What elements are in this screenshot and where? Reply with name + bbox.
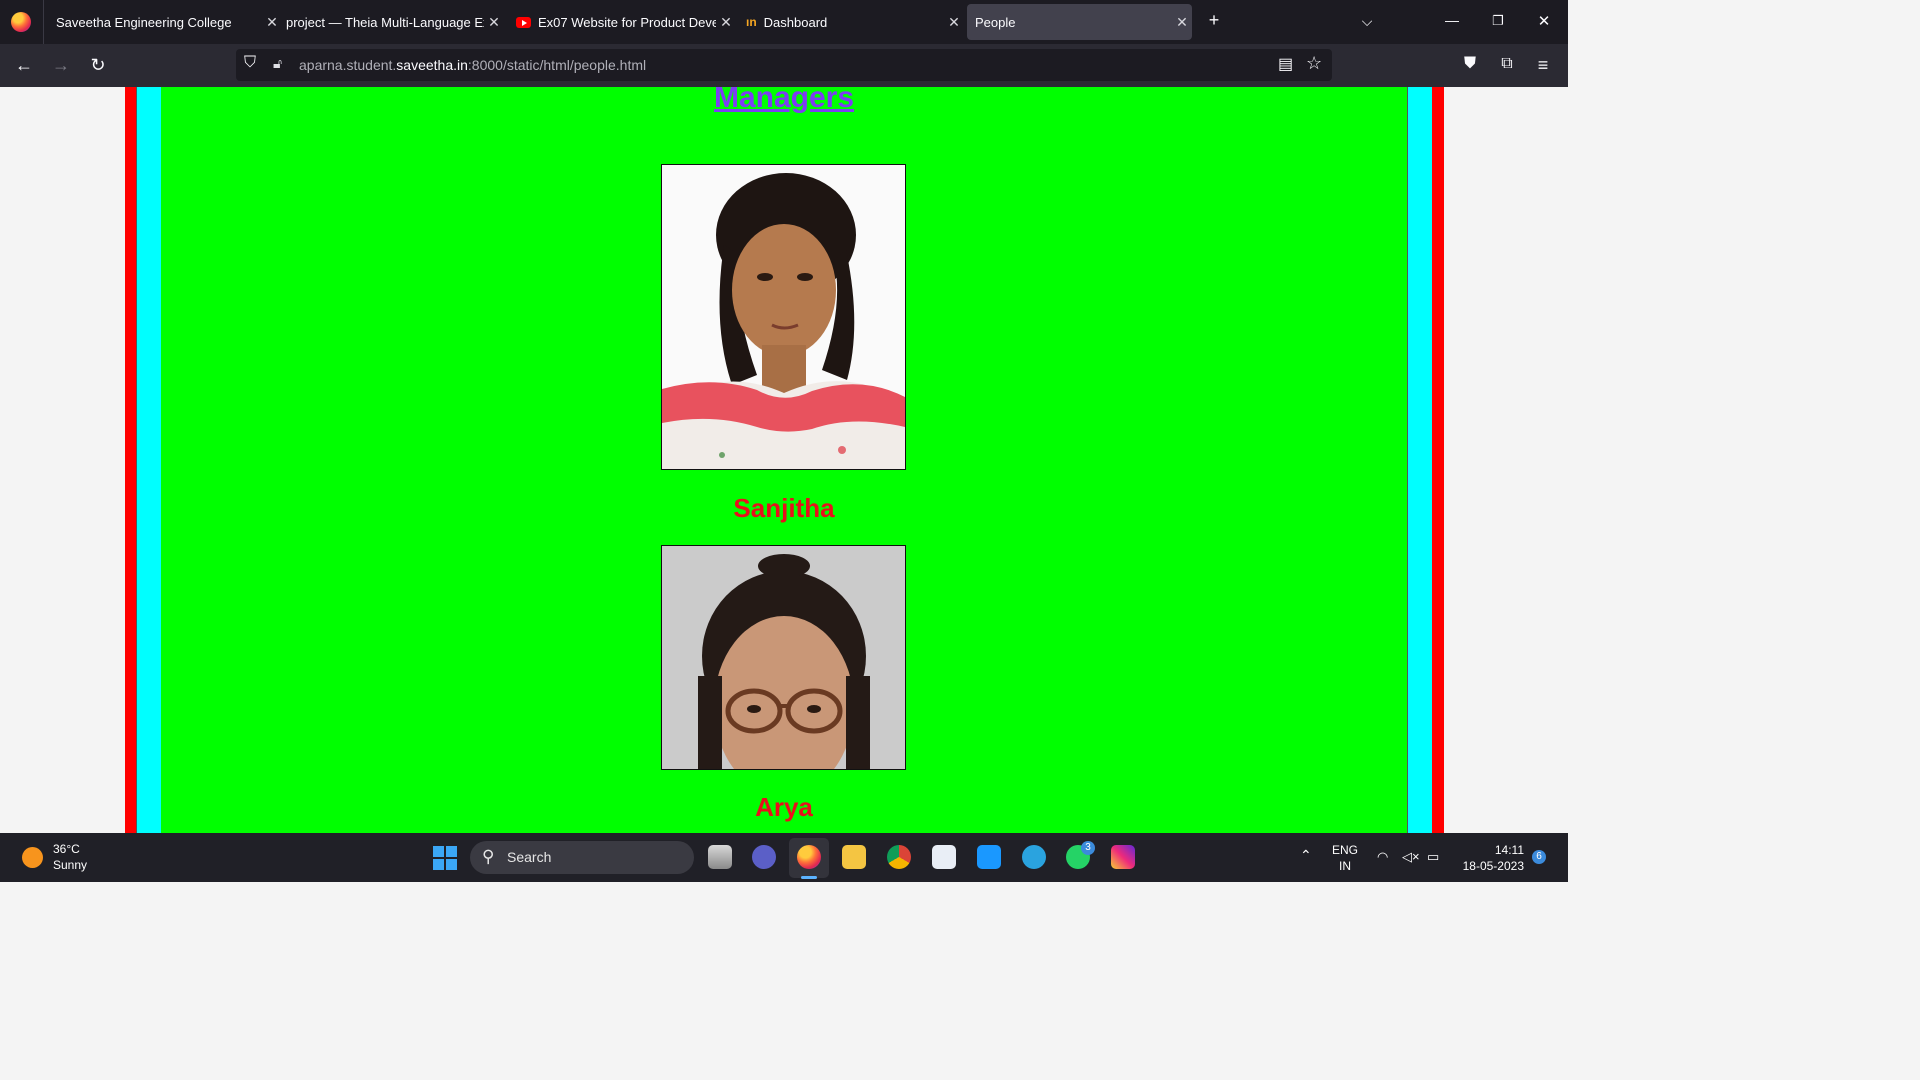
weather-temperature: 36°C — [53, 842, 80, 856]
tab-list-chevron-icon[interactable]: ⌵ — [1355, 13, 1379, 30]
youtube-icon — [516, 16, 531, 28]
back-icon[interactable]: ← — [12, 55, 36, 76]
tab-youtube-ex07[interactable]: Ex07 Website for Product Devel ✕ — [508, 4, 736, 40]
weather-widget[interactable]: 36°C Sunny — [53, 841, 87, 873]
navigation-toolbar: ← → ↻ ⛉ 🔓︎ aparna.student.saveetha.in:80… — [0, 44, 1568, 87]
wifi-icon[interactable]: ◠ — [1377, 849, 1388, 865]
tray-chevron-up-icon[interactable]: ⌃ — [1300, 847, 1312, 863]
tab-label: Dashboard — [763, 14, 828, 30]
left-cyan-border — [136, 87, 162, 833]
url-domain: saveetha.in — [396, 57, 468, 73]
windows-taskbar: 36°C Sunny ⚲ Search 3 ⌃ ENG IN ◠ ◁× ▭ 14… — [0, 833, 1568, 882]
tab-label: project — Theia Multi-Language Ex — [286, 14, 484, 30]
url-text[interactable]: aparna.student.saveetha.in:8000/static/h… — [299, 57, 646, 73]
manager-photo — [661, 545, 906, 770]
battery-icon[interactable]: ▭ — [1427, 849, 1439, 865]
reader-view-icon[interactable]: ▤ — [1278, 54, 1293, 74]
tab-separator — [43, 0, 44, 44]
dashboard-favicon-icon: ın — [746, 15, 757, 29]
menu-hamburger-icon[interactable]: ≡ — [1531, 55, 1555, 76]
reload-icon[interactable]: ↻ — [86, 55, 110, 76]
language-code: ENG — [1332, 843, 1359, 857]
firefox-logo-icon[interactable] — [11, 12, 31, 32]
firefox-taskbar-icon[interactable] — [797, 845, 821, 869]
windows-start-icon[interactable] — [433, 846, 457, 870]
task-view-icon[interactable] — [708, 845, 732, 869]
tab-saveetha[interactable]: Saveetha Engineering College ✕ — [48, 4, 282, 40]
content-area: Managers Sanjitha Arya — [161, 87, 1407, 833]
url-prefix: aparna.student. — [299, 57, 397, 73]
weather-sun-icon[interactable] — [22, 847, 43, 868]
bookmark-star-icon[interactable]: ☆ — [1306, 53, 1322, 74]
telegram-icon[interactable] — [1022, 845, 1046, 869]
insecure-lock-icon[interactable]: 🔓︎ — [273, 55, 282, 72]
notepad-icon[interactable] — [932, 845, 956, 869]
tracking-shield-icon[interactable]: ⛉ — [244, 54, 256, 72]
active-app-indicator — [801, 876, 817, 879]
search-label: Search — [507, 849, 552, 865]
chrome-icon[interactable] — [887, 845, 911, 869]
tab-label: Saveetha Engineering College — [56, 14, 232, 30]
restore-icon[interactable]: ❐ — [1486, 13, 1510, 29]
new-tab-icon[interactable]: + — [1202, 10, 1226, 31]
close-tab-icon[interactable]: ✕ — [716, 14, 736, 31]
whatsapp-badge: 3 — [1081, 841, 1095, 855]
manager-name: Sanjitha — [733, 493, 835, 523]
extensions-icon[interactable]: ⧉ — [1495, 55, 1519, 73]
close-tab-icon[interactable]: ✕ — [484, 14, 504, 31]
manager-photo — [661, 164, 906, 470]
teams-chat-icon[interactable] — [752, 845, 776, 869]
file-explorer-icon[interactable] — [842, 845, 866, 869]
portrait-illustration — [662, 165, 905, 469]
pocket-icon[interactable]: ⛊ — [1458, 55, 1482, 73]
prime-video-icon[interactable] — [977, 845, 1001, 869]
language-indicator[interactable]: ENG IN — [1332, 842, 1358, 874]
close-window-icon[interactable]: ✕ — [1532, 12, 1556, 30]
page-title[interactable]: Managers — [161, 87, 1407, 115]
close-tab-icon[interactable]: ✕ — [1172, 14, 1192, 31]
right-red-border — [1432, 87, 1444, 833]
clock[interactable]: 14:11 18-05-2023 — [1458, 842, 1524, 874]
clock-date: 18-05-2023 — [1462, 859, 1524, 873]
tab-label: Ex07 Website for Product Devel — [538, 14, 716, 30]
tab-bar: Saveetha Engineering College ✕ project —… — [0, 0, 1568, 44]
close-tab-icon[interactable]: ✕ — [944, 14, 964, 31]
manager-name: Arya — [755, 792, 813, 822]
taskbar-search[interactable]: ⚲ Search — [470, 841, 694, 874]
instagram-icon[interactable] — [1111, 845, 1135, 869]
clock-time: 14:11 — [1494, 843, 1524, 857]
tab-dashboard[interactable]: ın Dashboard ✕ — [738, 4, 964, 40]
url-path: :8000/static/html/people.html — [467, 57, 647, 73]
tab-label: People — [975, 14, 1016, 30]
notification-count-badge[interactable]: 6 — [1532, 850, 1546, 864]
portrait-illustration — [662, 546, 905, 769]
weather-condition: Sunny — [53, 858, 88, 872]
search-icon: ⚲ — [482, 847, 495, 866]
minimize-icon[interactable]: — — [1440, 12, 1464, 28]
forward-icon[interactable]: → — [49, 55, 73, 76]
right-cyan-border — [1407, 87, 1433, 833]
page-viewport: Managers Sanjitha Arya — [0, 87, 1568, 833]
volume-muted-icon[interactable]: ◁× — [1402, 849, 1420, 865]
tab-theia-project[interactable]: project — Theia Multi-Language Ex ✕ — [278, 4, 504, 40]
tab-people[interactable]: People ✕ — [967, 4, 1192, 40]
address-bar[interactable]: ⛉ 🔓︎ aparna.student.saveetha.in:8000/sta… — [236, 49, 1332, 81]
region-code: IN — [1339, 859, 1351, 873]
